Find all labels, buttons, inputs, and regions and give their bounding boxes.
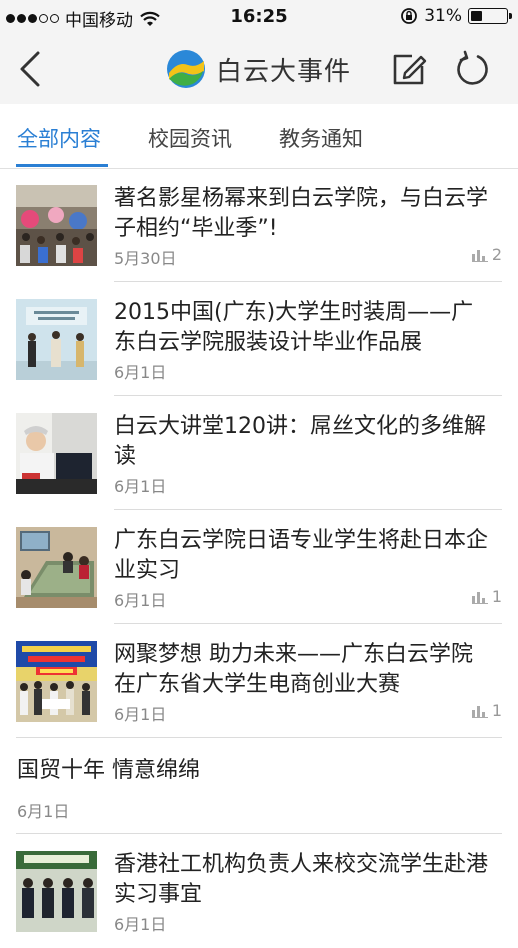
news-title: 广东白云学院日语专业学生将赴日本企业实习: [114, 528, 489, 583]
news-thumbnail: [16, 299, 97, 380]
refresh-button[interactable]: [454, 50, 492, 88]
view-count-value: 1: [491, 701, 502, 720]
news-thumbnail: [16, 641, 97, 722]
tab-all-content[interactable]: 全部内容: [17, 123, 101, 153]
nav-title-group: 白云大事件: [166, 48, 351, 90]
nav-bar: 白云大事件: [0, 34, 518, 105]
status-right: 31%: [400, 6, 512, 26]
active-tab-indicator: [16, 164, 108, 167]
news-date: 6月1日: [114, 591, 167, 610]
view-count: 1: [471, 587, 502, 606]
news-title: 白云大讲堂120讲：屌丝文化的多维解读: [114, 414, 486, 469]
news-item[interactable]: 白云大讲堂120讲：屌丝文化的多维解读 6月1日: [0, 396, 518, 510]
news-title: 2015中国(广东)大学生时装周——广东白云学院服装设计毕业作品展: [114, 300, 474, 355]
news-title: 著名影星杨幂来到白云学院，与白云学子相约“毕业季”!: [114, 186, 489, 241]
news-date: 6月1日: [114, 915, 167, 934]
baiyun-logo-icon: [167, 50, 205, 88]
tab-bar: 全部内容 校园资讯 教务通知: [0, 104, 518, 169]
news-title: 香港社工机构负责人来校交流学生赴港实习事宜: [114, 852, 489, 907]
news-item[interactable]: 2015中国(广东)大学生时装周——广东白云学院服装设计毕业作品展 6月1日: [0, 282, 518, 396]
news-thumbnail: [16, 527, 97, 608]
chevron-left-icon: [20, 51, 40, 87]
news-item[interactable]: 香港社工机构负责人来校交流学生赴港实习事宜 6月1日: [0, 834, 518, 948]
page-title: 白云大事件: [216, 56, 352, 87]
news-item[interactable]: 国贸十年 情意绵绵 6月1日: [0, 738, 518, 834]
news-title: 国贸十年 情意绵绵: [17, 758, 200, 783]
battery-percent: 31%: [424, 6, 462, 26]
status-bar: 中国移动 16:25 31%: [0, 0, 518, 34]
refresh-icon: [457, 50, 488, 85]
view-count-value: 2: [491, 245, 502, 264]
news-item[interactable]: 网聚梦想 助力未来——广东白云学院在广东省大学生电商创业大赛 6月1日 1: [0, 624, 518, 738]
news-thumbnail: [16, 413, 97, 494]
news-date: 6月1日: [17, 802, 70, 821]
news-date: 5月30日: [114, 249, 177, 268]
news-item[interactable]: 著名影星杨幂来到白云学院，与白云学子相约“毕业季”! 5月30日 2: [0, 168, 518, 282]
news-date: 6月1日: [114, 477, 167, 496]
view-count: 2: [471, 245, 502, 264]
bar-chart-icon: [471, 591, 488, 604]
bar-chart-icon: [471, 705, 488, 718]
edit-icon: [393, 54, 427, 85]
news-thumbnail: [16, 185, 97, 266]
rotation-lock-icon: [401, 8, 418, 24]
news-date: 6月1日: [114, 705, 167, 724]
view-count-value: 1: [491, 587, 502, 606]
back-button[interactable]: [14, 48, 50, 90]
battery-fill: [471, 11, 482, 21]
view-count: 1: [471, 701, 502, 720]
news-date: 6月1日: [114, 363, 167, 382]
news-item[interactable]: 广东白云学院日语专业学生将赴日本企业实习 6月1日 1: [0, 510, 518, 624]
bar-chart-icon: [471, 249, 488, 262]
tab-academic-notice[interactable]: 教务通知: [279, 123, 363, 153]
news-title: 网聚梦想 助力未来——广东白云学院在广东省大学生电商创业大赛: [114, 642, 473, 697]
tab-campus-news[interactable]: 校园资讯: [148, 123, 232, 153]
edit-button[interactable]: [390, 50, 428, 88]
battery-icon: [468, 8, 512, 24]
